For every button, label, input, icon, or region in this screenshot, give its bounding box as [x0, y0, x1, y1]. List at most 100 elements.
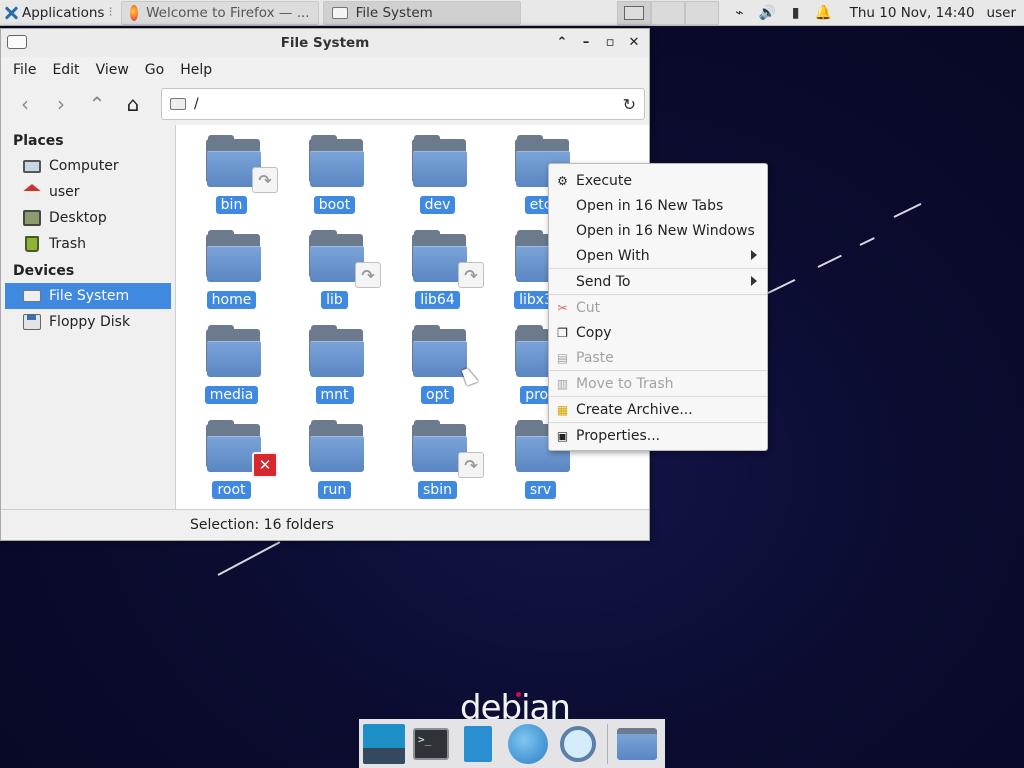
up-button[interactable]: ⌃	[81, 88, 113, 120]
firefox-icon	[129, 4, 139, 21]
menu-help[interactable]: Help	[172, 62, 220, 78]
sidebar-item-desktop[interactable]: Desktop	[1, 205, 175, 231]
folder-label: home	[180, 291, 283, 309]
menu-view[interactable]: View	[88, 62, 137, 78]
folder-name: srv	[524, 481, 557, 499]
web-browser-launcher[interactable]	[507, 723, 549, 764]
submenu-arrow-icon	[751, 276, 757, 286]
user-menu[interactable]: user	[987, 5, 1016, 21]
workspace-3[interactable]	[684, 0, 719, 25]
network-icon[interactable]: ⌁	[732, 5, 748, 21]
folder-item-mnt[interactable]: mnt	[283, 315, 386, 410]
applications-menu[interactable]: Applications ⁝	[0, 0, 117, 26]
menu-handle-icon: ⁝	[108, 5, 113, 20]
folder-item-sbin[interactable]: ↷ sbin	[386, 410, 489, 505]
menu-edit[interactable]: Edit	[44, 62, 87, 78]
menu-item-label: Send To	[576, 273, 631, 290]
location-bar[interactable]: / ↻	[161, 88, 645, 120]
app-finder-launcher[interactable]	[557, 724, 599, 764]
menu-item-open-in-16-new-windows[interactable]: Open in 16 New Windows	[549, 218, 767, 243]
symlink-emblem-icon: ↷	[458, 452, 484, 478]
file-manager-launcher[interactable]	[457, 724, 499, 764]
notification-bell-icon[interactable]: 🔔	[815, 5, 832, 21]
task-file-system[interactable]: File System	[322, 0, 521, 25]
menu-item-cut: ✂ Cut	[549, 295, 767, 320]
forward-button[interactable]: ›	[45, 88, 77, 120]
folder-label: media	[180, 386, 283, 404]
symlink-emblem-icon: ↷	[252, 167, 278, 193]
menu-file[interactable]: File	[5, 62, 44, 78]
sidebar-item-trash[interactable]: Trash	[1, 231, 175, 257]
workspace-2[interactable]	[650, 0, 685, 25]
folder-item-home[interactable]: home	[180, 220, 283, 315]
minimize-button[interactable]: –	[577, 33, 595, 51]
folder-icon	[617, 727, 657, 760]
battery-icon[interactable]: ▮	[788, 5, 804, 21]
sidebar: Places Computer user Desktop Trash Devic…	[1, 125, 176, 509]
folder-name: lib64	[415, 291, 460, 309]
dock-separator	[607, 723, 608, 764]
folder-item-opt[interactable]: opt	[386, 315, 489, 410]
folder-label: lib	[283, 291, 386, 309]
scissors-icon: ✂	[557, 300, 568, 315]
menu-item-properties[interactable]: ▣ Properties...	[549, 423, 767, 448]
menu-item-open-in-16-new-tabs[interactable]: Open in 16 New Tabs	[549, 193, 767, 218]
sidebar-item-floppy-disk[interactable]: Floppy Disk	[1, 309, 175, 335]
reload-icon[interactable]: ↻	[623, 95, 636, 114]
desktop-icon	[23, 210, 41, 226]
folder-item-dev[interactable]: dev	[386, 125, 489, 220]
selection-status: Selection: 16 folders	[190, 517, 334, 533]
places-header: Places	[13, 133, 64, 149]
folder-launcher[interactable]	[616, 724, 658, 764]
home-button[interactable]: ⌂	[117, 88, 149, 120]
menu-item-label: Paste	[576, 349, 614, 366]
folder-icon	[309, 325, 364, 377]
close-button[interactable]: ✕	[625, 33, 643, 51]
devices-header: Devices	[13, 263, 75, 279]
clock[interactable]: Thu 10 Nov, 14:40	[850, 5, 975, 21]
menu-item-send-to[interactable]: Send To	[549, 269, 767, 294]
top-panel: Applications ⁝ Welcome to Firefox — ... …	[0, 0, 1024, 26]
folder-item-lib64[interactable]: ↷ lib64	[386, 220, 489, 315]
menu-item-open-with[interactable]: Open With	[549, 243, 767, 268]
menu-icon-spacer	[555, 274, 570, 289]
folder-icon	[309, 135, 364, 187]
folder-item-media[interactable]: media	[180, 315, 283, 410]
location-drive-icon	[170, 98, 186, 110]
sidebar-item-user[interactable]: user	[1, 179, 175, 205]
workspace-1[interactable]	[616, 0, 651, 25]
window-title: File System	[280, 35, 370, 51]
sidebar-item-file-system[interactable]: File System	[5, 283, 171, 309]
folder-item-root[interactable]: ✕ root	[180, 410, 283, 505]
task-firefox[interactable]: Welcome to Firefox — ...	[120, 0, 319, 25]
folder-label: run	[283, 481, 386, 499]
statusbar: Selection: 16 folders	[176, 509, 649, 540]
window-titlebar[interactable]: File System ⌃ – ▫ ✕	[1, 29, 649, 57]
symlink-emblem-icon: ↷	[458, 262, 484, 288]
show-desktop-icon[interactable]	[363, 723, 405, 764]
menu-icon-spacer	[555, 198, 570, 213]
folder-label: lib64	[386, 291, 489, 309]
menu-item-create-archive[interactable]: ▦ Create Archive...	[549, 397, 767, 422]
volume-icon[interactable]: 🔊	[759, 5, 776, 21]
folder-label: bin	[180, 196, 283, 214]
folder-name: bin	[215, 196, 248, 214]
maximize-button[interactable]: ▫	[601, 33, 619, 51]
sidebar-item-computer[interactable]: Computer	[1, 153, 175, 179]
menu-item-copy[interactable]: ❐ Copy	[549, 320, 767, 345]
trash-icon: ▥	[556, 376, 569, 391]
folder-name: boot	[313, 196, 356, 214]
folder-item-boot[interactable]: boot	[283, 125, 386, 220]
menu-item-execute[interactable]: ⚙ Execute	[549, 168, 767, 193]
menu-go[interactable]: Go	[137, 62, 172, 78]
execute-icon: ⚙	[557, 173, 568, 188]
folder-name: sbin	[418, 481, 457, 499]
folder-item-run[interactable]: run	[283, 410, 386, 505]
menu-item-label: Properties...	[576, 427, 661, 444]
back-button[interactable]: ‹	[9, 88, 41, 120]
folder-item-lib[interactable]: ↷ lib	[283, 220, 386, 315]
terminal-icon[interactable]: >_	[413, 727, 449, 760]
folder-item-bin[interactable]: ↷ bin	[180, 125, 283, 220]
shade-button[interactable]: ⌃	[553, 33, 571, 51]
folder-label: boot	[283, 196, 386, 214]
